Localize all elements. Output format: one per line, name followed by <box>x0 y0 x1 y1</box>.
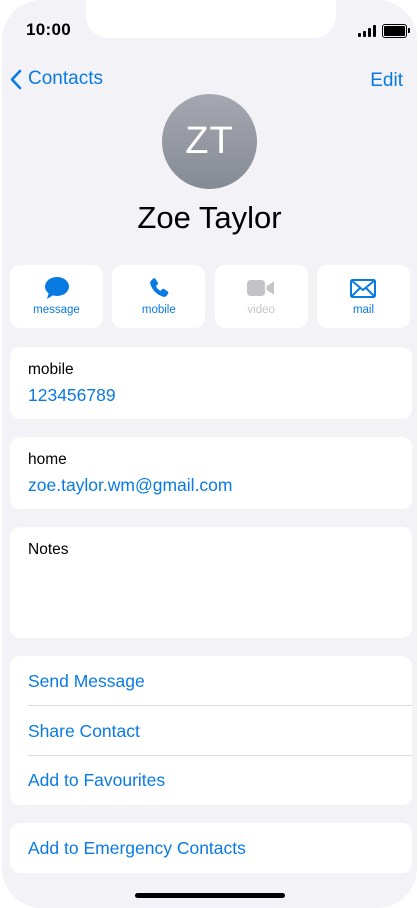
add-to-emergency-contacts-option[interactable]: Add to Emergency Contacts <box>28 838 412 859</box>
phone-label: mobile <box>28 361 74 378</box>
add-to-favourites-option[interactable]: Add to Favourites <box>28 770 412 791</box>
share-contact-option[interactable]: Share Contact <box>28 721 412 742</box>
contact-name: Zoe Taylor <box>137 200 282 235</box>
status-icons <box>358 24 410 38</box>
back-label: Contacts <box>28 68 103 89</box>
avatar: ZT <box>162 94 257 189</box>
emergency-card: Add to Emergency Contacts <box>10 823 412 873</box>
message-action-button[interactable]: message <box>10 265 103 328</box>
phone-number[interactable]: 123456789 <box>28 385 116 406</box>
email-label: home <box>28 451 67 468</box>
quick-actions: message mobile video mail <box>10 265 410 328</box>
divider <box>28 755 412 756</box>
email-card[interactable]: home zoe.taylor.wm@gmail.com <box>10 437 412 509</box>
phone-screen: 10:00 Contacts Edit ZT Zoe Taylor messag… <box>2 0 417 908</box>
message-bubble-icon <box>44 277 69 299</box>
email-address[interactable]: zoe.taylor.wm@gmail.com <box>28 475 233 496</box>
notes-card[interactable]: Notes <box>10 527 412 638</box>
home-indicator[interactable] <box>135 893 285 898</box>
video-camera-icon <box>247 280 275 296</box>
back-to-contacts-button[interactable]: Contacts <box>10 68 103 90</box>
envelope-icon <box>350 278 377 298</box>
mail-action-button[interactable]: mail <box>316 265 410 328</box>
divider <box>28 705 412 706</box>
phone-icon <box>149 278 169 297</box>
phone-number-card[interactable]: mobile 123456789 <box>10 347 412 419</box>
battery-icon <box>382 24 410 38</box>
video-action-label: video <box>247 304 275 316</box>
chevron-left-icon <box>10 69 22 89</box>
message-action-label: message <box>33 304 80 316</box>
status-time: 10:00 <box>26 20 71 39</box>
mail-action-label: mail <box>352 304 375 316</box>
edit-button[interactable]: Edit <box>370 70 403 92</box>
device-notch <box>86 0 336 38</box>
contact-options-card: Send Message Share Contact Add to Favour… <box>10 656 412 805</box>
mobile-call-action-button[interactable]: mobile <box>112 265 206 328</box>
mobile-action-label: mobile <box>141 304 176 316</box>
avatar-initials: ZT <box>185 120 234 162</box>
send-message-option[interactable]: Send Message <box>28 671 412 692</box>
cellular-signal-icon <box>358 25 376 37</box>
video-action-button[interactable]: video <box>214 265 308 328</box>
notes-label: Notes <box>28 541 69 558</box>
